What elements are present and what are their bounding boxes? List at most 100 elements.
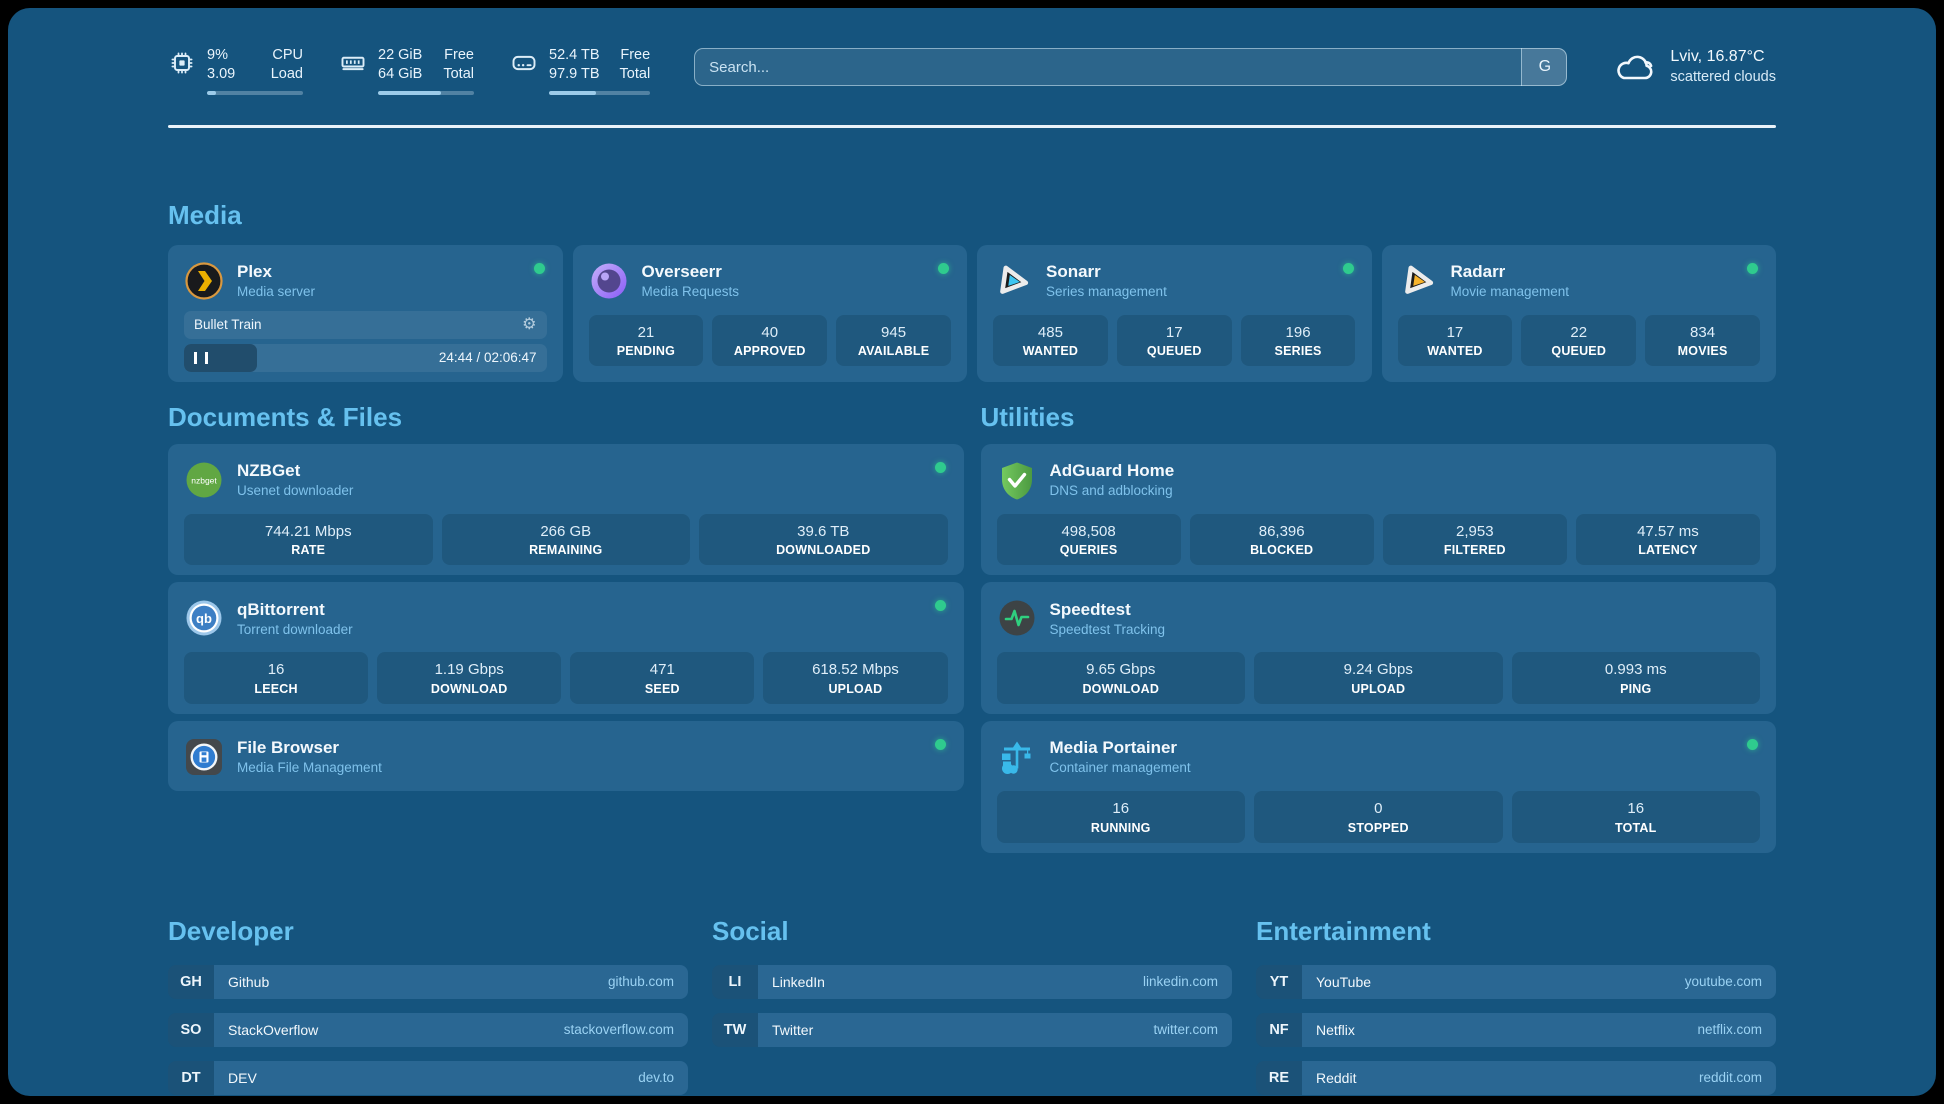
status-dot [935,462,946,473]
utilities-column: Utilities AdGuard Home DNS and adblockin… [981,382,1777,860]
stat-box: 485 WANTED [993,315,1108,367]
stat-label: SERIES [1245,343,1352,359]
documents-column: Documents & Files nzbget NZBGet Usenet d… [168,382,964,860]
stat-label: REMAINING [446,542,687,558]
stat-label: DOWNLOAD [381,681,557,697]
stat-box: 9.24 Gbps UPLOAD [1254,652,1503,704]
disk-icon [510,49,538,77]
weather-widget: Lviv, 16.87°C scattered clouds [1613,46,1776,87]
stat-box: 498,508 QUERIES [997,514,1181,566]
qbittorrent-card[interactable]: qb qBittorrent Torrent downloader 16 LEE… [168,582,964,714]
filebrowser-card[interactable]: File Browser Media File Management [168,721,964,791]
stat-value: 22 [1525,323,1632,343]
status-dot [1343,263,1354,274]
link-abbr: LI [712,965,758,999]
link-row-stackoverflow[interactable]: SO StackOverflow stackoverflow.com [168,1013,688,1047]
disk-stat: 52.4 TB97.9 TB FreeTotal [510,46,650,95]
card-subtitle: Speedtest Tracking [1050,621,1166,639]
search-input[interactable] [694,48,1567,86]
link-name: Reddit [1316,1070,1356,1086]
link-domain: github.com [608,974,674,989]
developer-section-heading: Developer [168,916,688,947]
card-title: Radarr [1451,261,1570,283]
link-row-reddit[interactable]: RE Reddit reddit.com [1256,1061,1776,1095]
stat-label: WANTED [1402,343,1509,359]
stat-label: QUERIES [1001,542,1177,558]
header-divider [168,125,1776,128]
sonarr-card[interactable]: Sonarr Series management 485 WANTED 17 Q… [977,245,1372,382]
stat-value: 2,953 [1387,522,1563,542]
stat-value: 0.993 ms [1516,660,1757,680]
gear-icon[interactable]: ⚙ [522,317,536,333]
stat-box: 17 WANTED [1398,315,1513,367]
radarr-icon [1398,261,1438,301]
link-row-youtube[interactable]: YT YouTube youtube.com [1256,965,1776,999]
search-engine-button[interactable]: G [1521,48,1567,86]
card-title: Media Portainer [1050,737,1191,759]
card-title: Plex [237,261,315,283]
svg-text:nzbget: nzbget [191,475,217,485]
status-dot [935,600,946,611]
link-name: LinkedIn [772,974,825,990]
stat-box: 86,396 BLOCKED [1190,514,1374,566]
card-title: NZBGet [237,460,353,482]
stat-value: 744.21 Mbps [188,522,429,542]
card-subtitle: Media File Management [237,759,382,777]
link-abbr: SO [168,1013,214,1047]
link-domain: dev.to [638,1070,674,1085]
status-dot [935,739,946,750]
sonarr-icon [993,261,1033,301]
overseerr-card[interactable]: Overseerr Media Requests 21 PENDING 40 A… [573,245,968,382]
weather-location: Lviv, 16.87°C [1670,46,1776,68]
link-row-linkedin[interactable]: LI LinkedIn linkedin.com [712,965,1232,999]
stat-value: 618.52 Mbps [767,660,943,680]
stat-label: LATENCY [1580,542,1756,558]
card-subtitle: Media server [237,283,315,301]
social-section-heading: Social [712,916,1232,947]
stat-label: PING [1516,681,1757,697]
link-abbr: NF [1256,1013,1302,1047]
now-playing-widget: Bullet Train ⚙ 24:44 / 02:06:47 [184,311,547,372]
link-row-netflix[interactable]: NF Netflix netflix.com [1256,1013,1776,1047]
cloud-icon [1613,49,1657,85]
link-row-twitter[interactable]: TW Twitter twitter.com [712,1013,1232,1047]
plex-card[interactable]: Plex Media server Bullet Train ⚙ 24:44 /… [168,245,563,382]
stat-value: 498,508 [1001,522,1177,542]
card-title: Speedtest [1050,599,1166,621]
cpu-labels: CPULoad [271,46,303,84]
cpu-progress-bar [207,91,303,96]
link-abbr: RE [1256,1061,1302,1095]
stat-box: 744.21 Mbps RATE [184,514,433,566]
nzbget-card[interactable]: nzbget NZBGet Usenet downloader 744.21 M… [168,444,964,576]
status-dot [1747,263,1758,274]
adguard-card[interactable]: AdGuard Home DNS and adblocking 498,508 … [981,444,1777,576]
stat-value: 21 [593,323,700,343]
stat-label: RUNNING [1001,820,1242,836]
stat-value: 945 [840,323,947,343]
speedtest-card[interactable]: Speedtest Speedtest Tracking 9.65 Gbps D… [981,582,1777,714]
stat-box: 0 STOPPED [1254,791,1503,843]
link-row-dev[interactable]: DT DEV dev.to [168,1061,688,1095]
link-row-github[interactable]: GH Github github.com [168,965,688,999]
stat-box: 21 PENDING [589,315,704,367]
stat-box: 196 SERIES [1241,315,1356,367]
link-name: Netflix [1316,1022,1355,1038]
plex-icon [184,261,224,301]
link-domain: reddit.com [1699,1070,1762,1085]
portainer-card[interactable]: Media Portainer Container management 16 … [981,721,1777,853]
playback-progress[interactable]: 24:44 / 02:06:47 [184,344,547,372]
stat-value: 16 [1001,799,1242,819]
documents-section-heading: Documents & Files [168,402,964,433]
pause-icon[interactable] [194,352,208,364]
link-domain: netflix.com [1697,1022,1762,1037]
status-dot [938,263,949,274]
cpu-values: 9%3.09 [207,46,235,84]
link-name: Twitter [772,1022,813,1038]
stat-value: 16 [188,660,364,680]
card-title: File Browser [237,737,382,759]
media-section-heading: Media [168,200,1776,231]
media-grid: Plex Media server Bullet Train ⚙ 24:44 /… [168,245,1776,382]
portainer-icon [997,737,1037,777]
radarr-card[interactable]: Radarr Movie management 17 WANTED 22 QUE… [1382,245,1777,382]
stat-label: APPROVED [716,343,823,359]
